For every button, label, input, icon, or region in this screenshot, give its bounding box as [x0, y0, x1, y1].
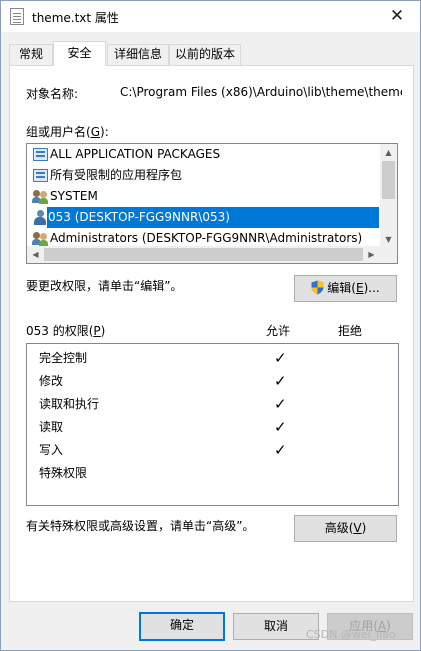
tab-general[interactable]: 常规: [9, 44, 53, 65]
edit-hint: 要更改权限，请单击“编辑”。: [26, 279, 183, 293]
perm-modify: 修改 ✓: [39, 370, 389, 393]
allow-column-header: 允许: [266, 324, 291, 338]
principal-system[interactable]: SYSTEM: [28, 186, 381, 207]
horizontal-scroll-thumb[interactable]: [44, 248, 363, 261]
watermark: CSDN @wei_liao: [306, 628, 396, 641]
principals-list[interactable]: ALL APPLICATION PACKAGES 所有受限制的应用程序包 SYS…: [26, 143, 398, 264]
allow-check-icon: ✓: [274, 395, 287, 413]
vertical-scroll-thumb[interactable]: [382, 161, 395, 199]
tab-security[interactable]: 安全: [53, 41, 106, 66]
user-icon: [34, 210, 46, 225]
window-title: theme.txt 属性: [32, 11, 119, 25]
scroll-up-icon[interactable]: ▲: [380, 144, 397, 161]
tab-previous-versions[interactable]: 以前的版本: [169, 44, 241, 65]
principal-all-app-packages[interactable]: ALL APPLICATION PACKAGES: [28, 144, 381, 165]
title-bar[interactable]: theme.txt 属性 ✕: [1, 1, 420, 32]
permissions-list: 完全控制 ✓ 修改 ✓ 读取和执行 ✓ 读取 ✓ 写入 ✓ 特殊权限: [26, 343, 399, 506]
allow-check-icon: ✓: [274, 372, 287, 390]
scroll-right-icon[interactable]: ▶: [363, 246, 380, 263]
users-icon: [32, 232, 49, 246]
properties-window: theme.txt 属性 ✕ 常规 安全 详细信息 以前的版本 对象名称: C:…: [0, 0, 421, 651]
object-name-value: C:\Program Files (x86)\Arduino\lib\theme…: [120, 85, 402, 99]
allow-check-icon: ✓: [274, 349, 287, 367]
perm-read: 读取 ✓: [39, 416, 389, 439]
users-icon: [32, 190, 49, 204]
advanced-button[interactable]: 高级(V): [294, 515, 397, 542]
horizontal-scrollbar[interactable]: ◀ ▶: [27, 246, 397, 263]
principal-053[interactable]: 053 (DESKTOP-FGG9NNR\053): [28, 207, 381, 228]
tab-details[interactable]: 详细信息: [107, 44, 169, 65]
package-icon: [33, 169, 48, 182]
vertical-scrollbar[interactable]: ▲ ▼: [380, 144, 397, 248]
perm-special: 特殊权限: [39, 466, 88, 480]
allow-check-icon: ✓: [274, 441, 287, 459]
permissions-label: 053 的权限(P): [26, 324, 106, 338]
allow-check-icon: ✓: [274, 418, 287, 436]
close-button[interactable]: ✕: [374, 1, 420, 32]
scroll-left-icon[interactable]: ◀: [27, 246, 44, 263]
scroll-corner: [380, 246, 397, 263]
advanced-hint: 有关特殊权限或高级设置，请单击“高级”。: [26, 519, 255, 533]
package-icon: [33, 148, 48, 161]
deny-column-header: 拒绝: [338, 324, 363, 338]
group-or-user-label: 组或用户名(G):: [26, 125, 109, 139]
object-name-label: 对象名称:: [26, 87, 79, 101]
edit-button[interactable]: 编辑(E)...: [294, 275, 397, 302]
perm-full-control: 完全控制 ✓: [39, 347, 389, 370]
text-file-icon: [10, 8, 24, 25]
principal-restricted-app-packages[interactable]: 所有受限制的应用程序包: [28, 165, 381, 186]
perm-read-execute: 读取和执行 ✓: [39, 393, 389, 416]
ok-button[interactable]: 确定: [139, 612, 225, 641]
uac-shield-icon: [311, 280, 324, 295]
perm-write: 写入 ✓: [39, 439, 389, 462]
security-panel: 对象名称: C:\Program Files (x86)\Arduino\lib…: [9, 65, 414, 602]
